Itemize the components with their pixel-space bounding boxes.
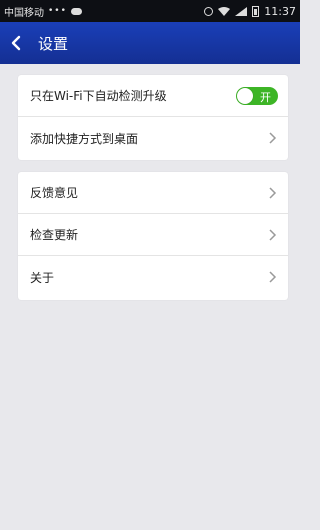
- add-shortcut-label: 添加快捷方式到桌面: [30, 131, 139, 146]
- chevron-right-icon: [269, 271, 277, 283]
- wifi-icon: [218, 6, 231, 16]
- status-bar: 中国移动 ••• 11:37: [0, 0, 300, 22]
- carrier-name: 中国移动: [4, 7, 44, 19]
- wifi-auto-update-label: 只在Wi-Fi下自动检测升级: [30, 89, 167, 103]
- settings-group-general: 只在Wi-Fi下自动检测升级 开 添加快捷方式到桌面: [18, 75, 288, 160]
- page-title: 设置: [38, 34, 69, 53]
- battery-icon: [252, 5, 260, 17]
- app-header: 设置: [0, 22, 300, 64]
- signal-icon: [235, 6, 248, 16]
- add-shortcut-row[interactable]: 添加快捷方式到桌面: [18, 117, 288, 159]
- check-update-row[interactable]: 检查更新: [18, 214, 288, 256]
- about-label: 关于: [30, 270, 55, 285]
- check-update-label: 检查更新: [30, 228, 79, 242]
- toggle-state-label: 开: [260, 90, 271, 104]
- chevron-right-icon: [269, 186, 277, 199]
- settings-group-support: 反馈意见 检查更新 关于: [18, 172, 288, 300]
- back-arrow-icon[interactable]: [10, 32, 32, 54]
- wifi-auto-update-row[interactable]: 只在Wi-Fi下自动检测升级 开: [18, 75, 288, 117]
- chevron-right-icon: [269, 132, 277, 144]
- feedback-row[interactable]: 反馈意见: [18, 172, 288, 214]
- about-row[interactable]: 关于: [18, 256, 288, 298]
- chevron-right-icon: [269, 228, 277, 241]
- toggle-knob: [237, 87, 253, 104]
- alarm-icon: [204, 6, 214, 16]
- clock: 11:37: [264, 4, 296, 18]
- more-dots-icon: •••: [48, 6, 67, 16]
- feedback-label: 反馈意见: [30, 186, 79, 200]
- cloud-icon: [70, 7, 82, 15]
- wifi-auto-update-toggle[interactable]: 开: [236, 86, 278, 105]
